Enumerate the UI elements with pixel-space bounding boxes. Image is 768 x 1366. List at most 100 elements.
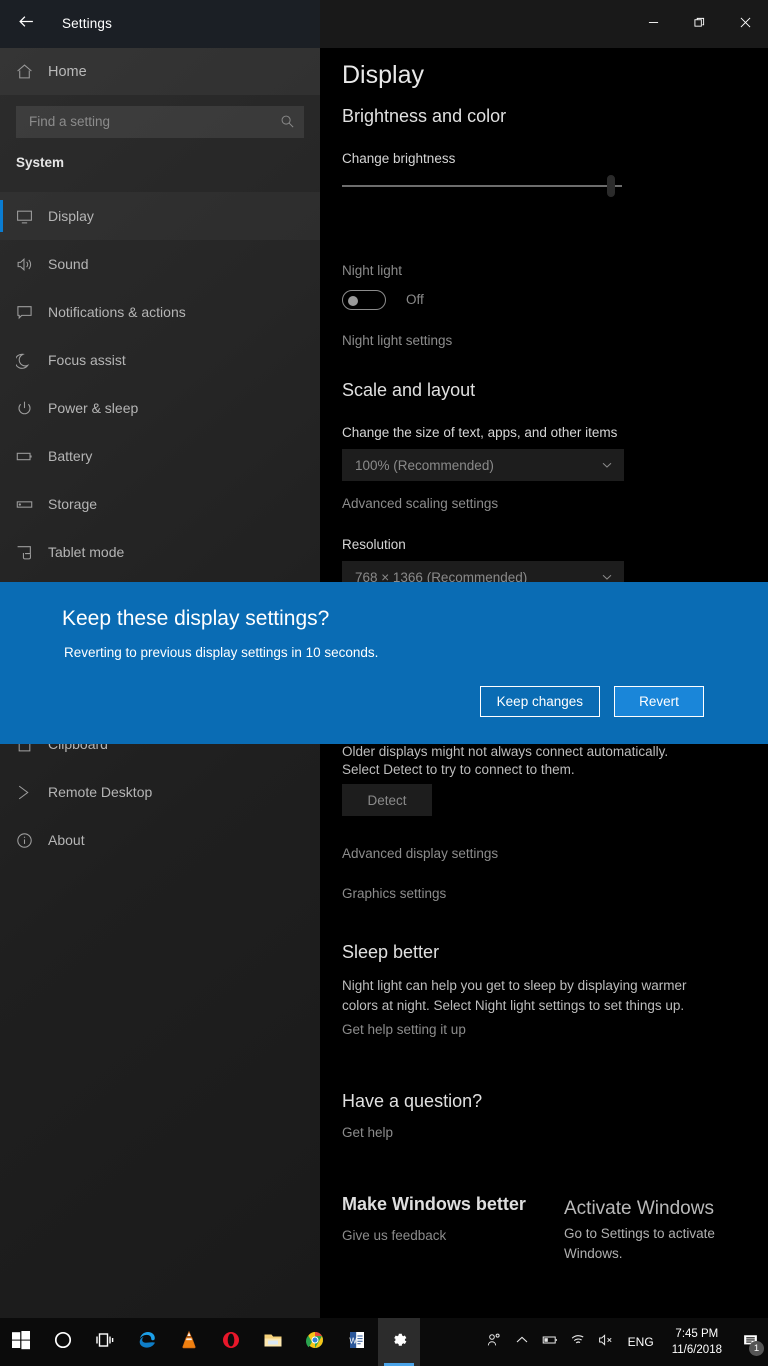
window-controls — [630, 0, 768, 48]
make-windows-better-heading: Make Windows better — [342, 1194, 526, 1214]
night-light-state: Off — [406, 292, 424, 307]
keep-changes-button[interactable]: Keep changes — [479, 686, 600, 717]
remote-icon — [0, 784, 48, 801]
system-tray: ENG 7:45 PM 11/6/2018 1 — [480, 1318, 768, 1366]
restore-icon — [693, 15, 705, 33]
chrome-app[interactable] — [294, 1318, 336, 1366]
show-hidden-icons-button[interactable] — [508, 1318, 536, 1366]
restore-button[interactable] — [676, 0, 722, 48]
language-indicator[interactable]: ENG — [620, 1335, 662, 1349]
start-button[interactable] — [0, 1318, 42, 1366]
battery-icon — [0, 448, 48, 465]
window-titlebar: Settings — [0, 0, 768, 48]
slider-track — [342, 185, 622, 187]
revert-button[interactable]: Revert — [614, 686, 704, 717]
opera-icon — [220, 1329, 242, 1356]
drive-icon — [0, 496, 48, 513]
edge-app[interactable] — [126, 1318, 168, 1366]
activate-windows-watermark: Activate Windows Go to Settings to activ… — [564, 1198, 764, 1264]
vlc-cone-icon — [178, 1329, 200, 1356]
power-icon — [0, 400, 48, 417]
graphics-settings-link[interactable]: Graphics settings — [342, 886, 446, 901]
people-button[interactable] — [480, 1318, 508, 1366]
search-placeholder: Find a setting — [29, 114, 111, 129]
clock[interactable]: 7:45 PM 11/6/2018 — [662, 1326, 732, 1358]
word-app[interactable]: W — [336, 1318, 378, 1366]
resolution-label: Resolution — [342, 537, 406, 552]
sidebar-item-battery[interactable]: Battery — [0, 432, 320, 480]
scale-dropdown-value: 100% (Recommended) — [355, 457, 494, 473]
minimize-button[interactable] — [630, 0, 676, 48]
sidebar-item-label: Storage — [48, 496, 98, 512]
sidebar-item-label: Sound — [48, 256, 89, 272]
give-us-feedback-link[interactable]: Give us feedback — [342, 1228, 446, 1243]
taskbar: W ENG 7:45 PM 11/6/2018 1 — [0, 1318, 768, 1366]
word-icon: W — [346, 1329, 368, 1356]
sidebar-item-focus-assist[interactable]: Focus assist — [0, 336, 320, 384]
task-view-button[interactable] — [84, 1318, 126, 1366]
sleep-better-help-link[interactable]: Get help setting it up — [342, 1022, 466, 1037]
sidebar-item-home[interactable]: Home — [0, 48, 320, 95]
detect-button[interactable]: Detect — [342, 784, 432, 816]
people-icon — [486, 1332, 502, 1353]
windows-desktop: Settings Home Find a setting System Disp… — [0, 0, 768, 1366]
sidebar-item-about[interactable]: About — [0, 816, 320, 864]
activate-windows-line1: Go to Settings to activate — [564, 1226, 715, 1241]
notification-badge: 1 — [749, 1341, 764, 1356]
search-input[interactable]: Find a setting — [16, 106, 304, 138]
night-light-label: Night light — [342, 263, 403, 278]
sidebar-item-label: Remote Desktop — [48, 784, 153, 800]
settings-app[interactable] — [378, 1318, 420, 1366]
back-button[interactable] — [10, 8, 42, 40]
sidebar-item-label: Tablet mode — [48, 544, 125, 560]
vlc-app[interactable] — [168, 1318, 210, 1366]
speaker-muted-icon — [598, 1332, 614, 1353]
notification-center-button[interactable]: 1 — [732, 1318, 768, 1366]
task-view-icon — [94, 1329, 116, 1356]
sidebar-item-label: Display — [48, 208, 94, 224]
monitor-icon — [0, 208, 48, 225]
brightness-section-heading: Brightness and color — [342, 106, 507, 126]
sidebar-item-remote-desktop[interactable]: Remote Desktop — [0, 768, 320, 816]
volume-button[interactable] — [592, 1318, 620, 1366]
minimize-icon — [648, 15, 659, 33]
night-light-settings-link[interactable]: Night light settings — [342, 333, 452, 348]
selection-indicator — [0, 200, 3, 232]
network-button[interactable] — [564, 1318, 592, 1366]
activate-windows-title: Activate Windows — [564, 1198, 714, 1219]
chrome-icon — [304, 1329, 326, 1356]
advanced-display-settings-link[interactable]: Advanced display settings — [342, 846, 498, 861]
night-light-toggle-row: Off — [342, 290, 424, 310]
wifi-icon — [570, 1332, 586, 1353]
battery-button[interactable] — [536, 1318, 564, 1366]
advanced-scaling-link[interactable]: Advanced scaling settings — [342, 496, 498, 511]
sidebar-item-power-sleep[interactable]: Power & sleep — [0, 384, 320, 432]
activate-windows-line2: Windows. — [564, 1246, 623, 1261]
chat-icon — [0, 304, 48, 321]
windows-logo-icon — [10, 1329, 32, 1356]
close-icon — [740, 15, 751, 33]
sidebar-item-notifications[interactable]: Notifications & actions — [0, 288, 320, 336]
slider-thumb[interactable] — [606, 175, 615, 197]
file-explorer-app[interactable] — [252, 1318, 294, 1366]
close-button[interactable] — [722, 0, 768, 48]
window-title: Settings — [62, 16, 112, 31]
dialog-subtitle: Reverting to previous display settings i… — [64, 645, 379, 660]
sidebar-item-label: Battery — [48, 448, 93, 464]
tablet-icon — [0, 544, 48, 561]
page-title: Display — [342, 61, 424, 89]
sidebar-item-sound[interactable]: Sound — [0, 240, 320, 288]
brightness-slider[interactable] — [342, 175, 622, 197]
scale-dropdown[interactable]: 100% (Recommended) — [342, 449, 624, 481]
sidebar-item-tablet-mode[interactable]: Tablet mode — [0, 528, 320, 576]
sidebar-item-label: Focus assist — [48, 352, 126, 368]
sidebar-item-display[interactable]: Display — [0, 192, 320, 240]
detect-description-line2: Select Detect to try to connect to them. — [342, 762, 575, 777]
get-help-link[interactable]: Get help — [342, 1125, 393, 1140]
cortana-button[interactable] — [42, 1318, 84, 1366]
opera-app[interactable] — [210, 1318, 252, 1366]
night-light-toggle[interactable] — [342, 290, 386, 310]
edge-icon — [136, 1329, 158, 1356]
sidebar-item-storage[interactable]: Storage — [0, 480, 320, 528]
sidebar-item-label: Notifications & actions — [48, 304, 186, 320]
